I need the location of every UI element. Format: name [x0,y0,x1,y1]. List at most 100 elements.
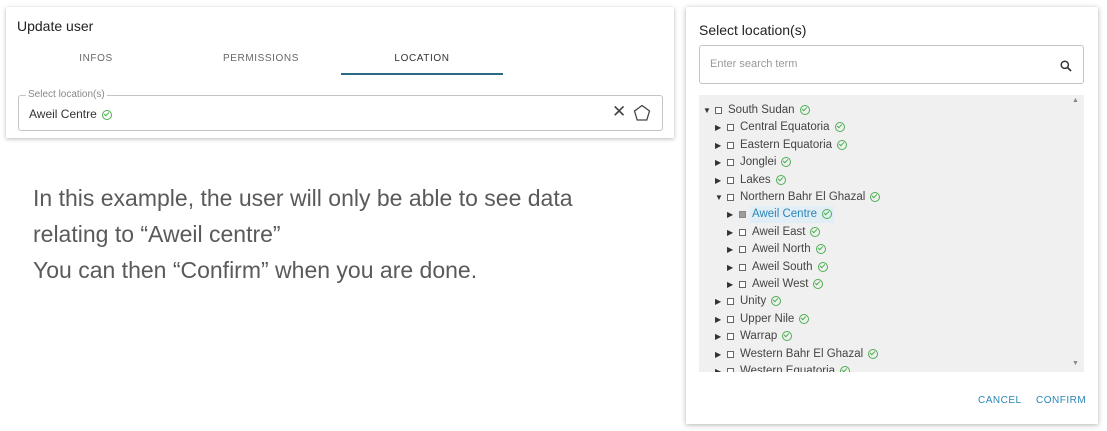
caret-right-icon[interactable]: ▶ [715,154,723,171]
caret-right-icon[interactable]: ▶ [715,172,723,189]
valid-check-icon [781,157,792,168]
caret-right-icon[interactable]: ▶ [715,346,723,363]
explanation-text: In this example, the user will only be a… [33,180,653,288]
tree-item-label[interactable]: Eastern Equatoria [740,137,848,154]
tree-item-label[interactable]: Aweil Centre [750,206,834,224]
caret-right-icon[interactable]: ▶ [727,276,735,293]
valid-check-icon [815,244,826,255]
update-user-card: Update user INFOS PERMISSIONS LOCATION S… [6,7,674,138]
valid-check-icon [782,331,793,342]
tree-item[interactable]: ▼ South Sudan [699,102,1069,119]
tree-checkbox[interactable] [739,263,746,271]
cancel-button[interactable]: CANCEL [978,395,1022,406]
tree-checkbox[interactable] [739,228,746,236]
clear-icon[interactable]: ✕ [612,103,626,121]
tree-checkbox[interactable] [727,159,734,167]
tree-checkbox[interactable] [739,246,746,254]
valid-check-icon [837,139,848,150]
tree-item[interactable]: ▶ Lakes [699,172,1069,189]
location-tree[interactable]: ▲ ▼ ▼ South Sudan ▶ Central Equatoria ▶ Easte… [699,95,1084,372]
search-icon[interactable] [1060,59,1072,77]
caret-right-icon[interactable]: ▶ [715,328,723,345]
tree-item-label[interactable]: Aweil South [752,259,828,276]
location-select-field[interactable]: Select location(s) Aweil Centre ✕ [18,89,663,131]
caret-right-icon[interactable]: ▶ [727,241,735,258]
tree-item[interactable]: ▶ Aweil West [699,276,1069,293]
confirm-button[interactable]: CONFIRM [1036,395,1086,406]
valid-check-icon [822,209,832,220]
tab-permissions[interactable]: PERMISSIONS [196,53,326,64]
explanation-line: relating to “Aweil centre” [33,221,281,247]
tree-checkbox[interactable] [727,333,734,341]
tree-item[interactable]: ▶ Aweil East [699,224,1069,241]
tree-item-label[interactable]: Warrap [740,328,793,345]
tree-checkbox[interactable] [727,368,734,372]
update-user-title: Update user [17,18,94,34]
tree-checkbox[interactable] [727,298,734,306]
caret-right-icon[interactable]: ▶ [727,206,735,223]
tree-checkbox[interactable] [727,194,734,201]
caret-right-icon[interactable]: ▶ [715,137,723,154]
caret-down-icon[interactable]: ▼ [703,102,711,119]
tree-item[interactable]: ▶ Aweil Centre [699,206,1069,224]
tree-checkbox[interactable] [727,350,734,358]
tree-item[interactable]: ▶ Aweil North [699,241,1069,258]
valid-check-icon [799,104,810,115]
tree-item[interactable]: ▶ Warrap [699,328,1069,345]
map-polygon-icon[interactable] [633,104,651,127]
tree-checkbox[interactable] [727,315,734,323]
caret-right-icon[interactable]: ▶ [715,119,723,136]
tree-item-label[interactable]: South Sudan [728,102,810,119]
explanation-line: In this example, the user will only be a… [33,185,573,211]
tree-item[interactable]: ▶ Central Equatoria [699,119,1069,136]
tree-item-label[interactable]: Aweil East [752,224,821,241]
caret-right-icon[interactable]: ▶ [715,293,723,310]
tree-item[interactable]: ▶ Upper Nile [699,311,1069,328]
select-location-dialog: Select location(s) ▲ ▼ ▼ South Sudan ▶ Cent… [686,7,1098,424]
tree-item-label[interactable]: Jonglei [740,154,792,171]
tree-item[interactable]: ▼ Northern Bahr El Ghazal [699,189,1069,206]
valid-check-icon [870,191,881,202]
user-tabs: INFOS PERMISSIONS LOCATION [6,51,674,77]
search-input[interactable] [710,55,1040,73]
tree-item[interactable]: ▶ Jonglei [699,154,1069,171]
tab-infos[interactable]: INFOS [46,53,146,64]
tree-item-label[interactable]: Aweil West [752,276,824,293]
tree-item-label[interactable]: Northern Bahr El Ghazal [740,189,881,206]
tree-checkbox[interactable] [727,141,734,149]
tree-checkbox[interactable] [727,176,734,184]
valid-check-icon [834,122,845,133]
tree-item-label[interactable]: Western Equatoria [740,363,851,372]
caret-down-icon[interactable]: ▼ [715,189,723,206]
valid-check-icon [799,313,810,324]
tree-item[interactable]: ▶ Aweil South [699,259,1069,276]
valid-check-icon [771,296,782,307]
scroll-down-arrow[interactable]: ▼ [1072,360,1079,367]
caret-right-icon[interactable]: ▶ [715,311,723,328]
tree-item-label[interactable]: Unity [740,293,782,310]
valid-check-icon [817,261,828,272]
tab-location[interactable]: LOCATION [341,53,503,64]
tree-item-label[interactable]: Aweil North [752,241,826,258]
scroll-up-arrow[interactable]: ▲ [1072,97,1079,104]
dialog-title: Select location(s) [699,22,807,38]
valid-check-icon [813,278,824,289]
valid-check-icon [775,174,786,185]
tree-item-label[interactable]: Central Equatoria [740,119,845,136]
tree-checkbox[interactable] [739,211,746,219]
caret-right-icon[interactable]: ▶ [727,259,735,276]
tree-item[interactable]: ▶ Eastern Equatoria [699,137,1069,154]
tree-item-label[interactable]: Western Bahr El Ghazal [740,346,879,363]
tree-item[interactable]: ▶ Unity [699,293,1069,310]
tree-item[interactable]: ▶ Western Bahr El Ghazal [699,346,1069,363]
valid-check-icon [101,109,112,120]
tree-checkbox[interactable] [715,107,722,114]
caret-right-icon[interactable]: ▶ [715,363,723,372]
tree-checkbox[interactable] [727,124,734,132]
tree-item[interactable]: ▶ Western Equatoria [699,363,1069,372]
tree-item-label[interactable]: Upper Nile [740,311,810,328]
tree-item-label[interactable]: Lakes [740,172,786,189]
tree-checkbox[interactable] [739,281,746,288]
search-box [699,45,1084,84]
caret-right-icon[interactable]: ▶ [727,224,735,241]
